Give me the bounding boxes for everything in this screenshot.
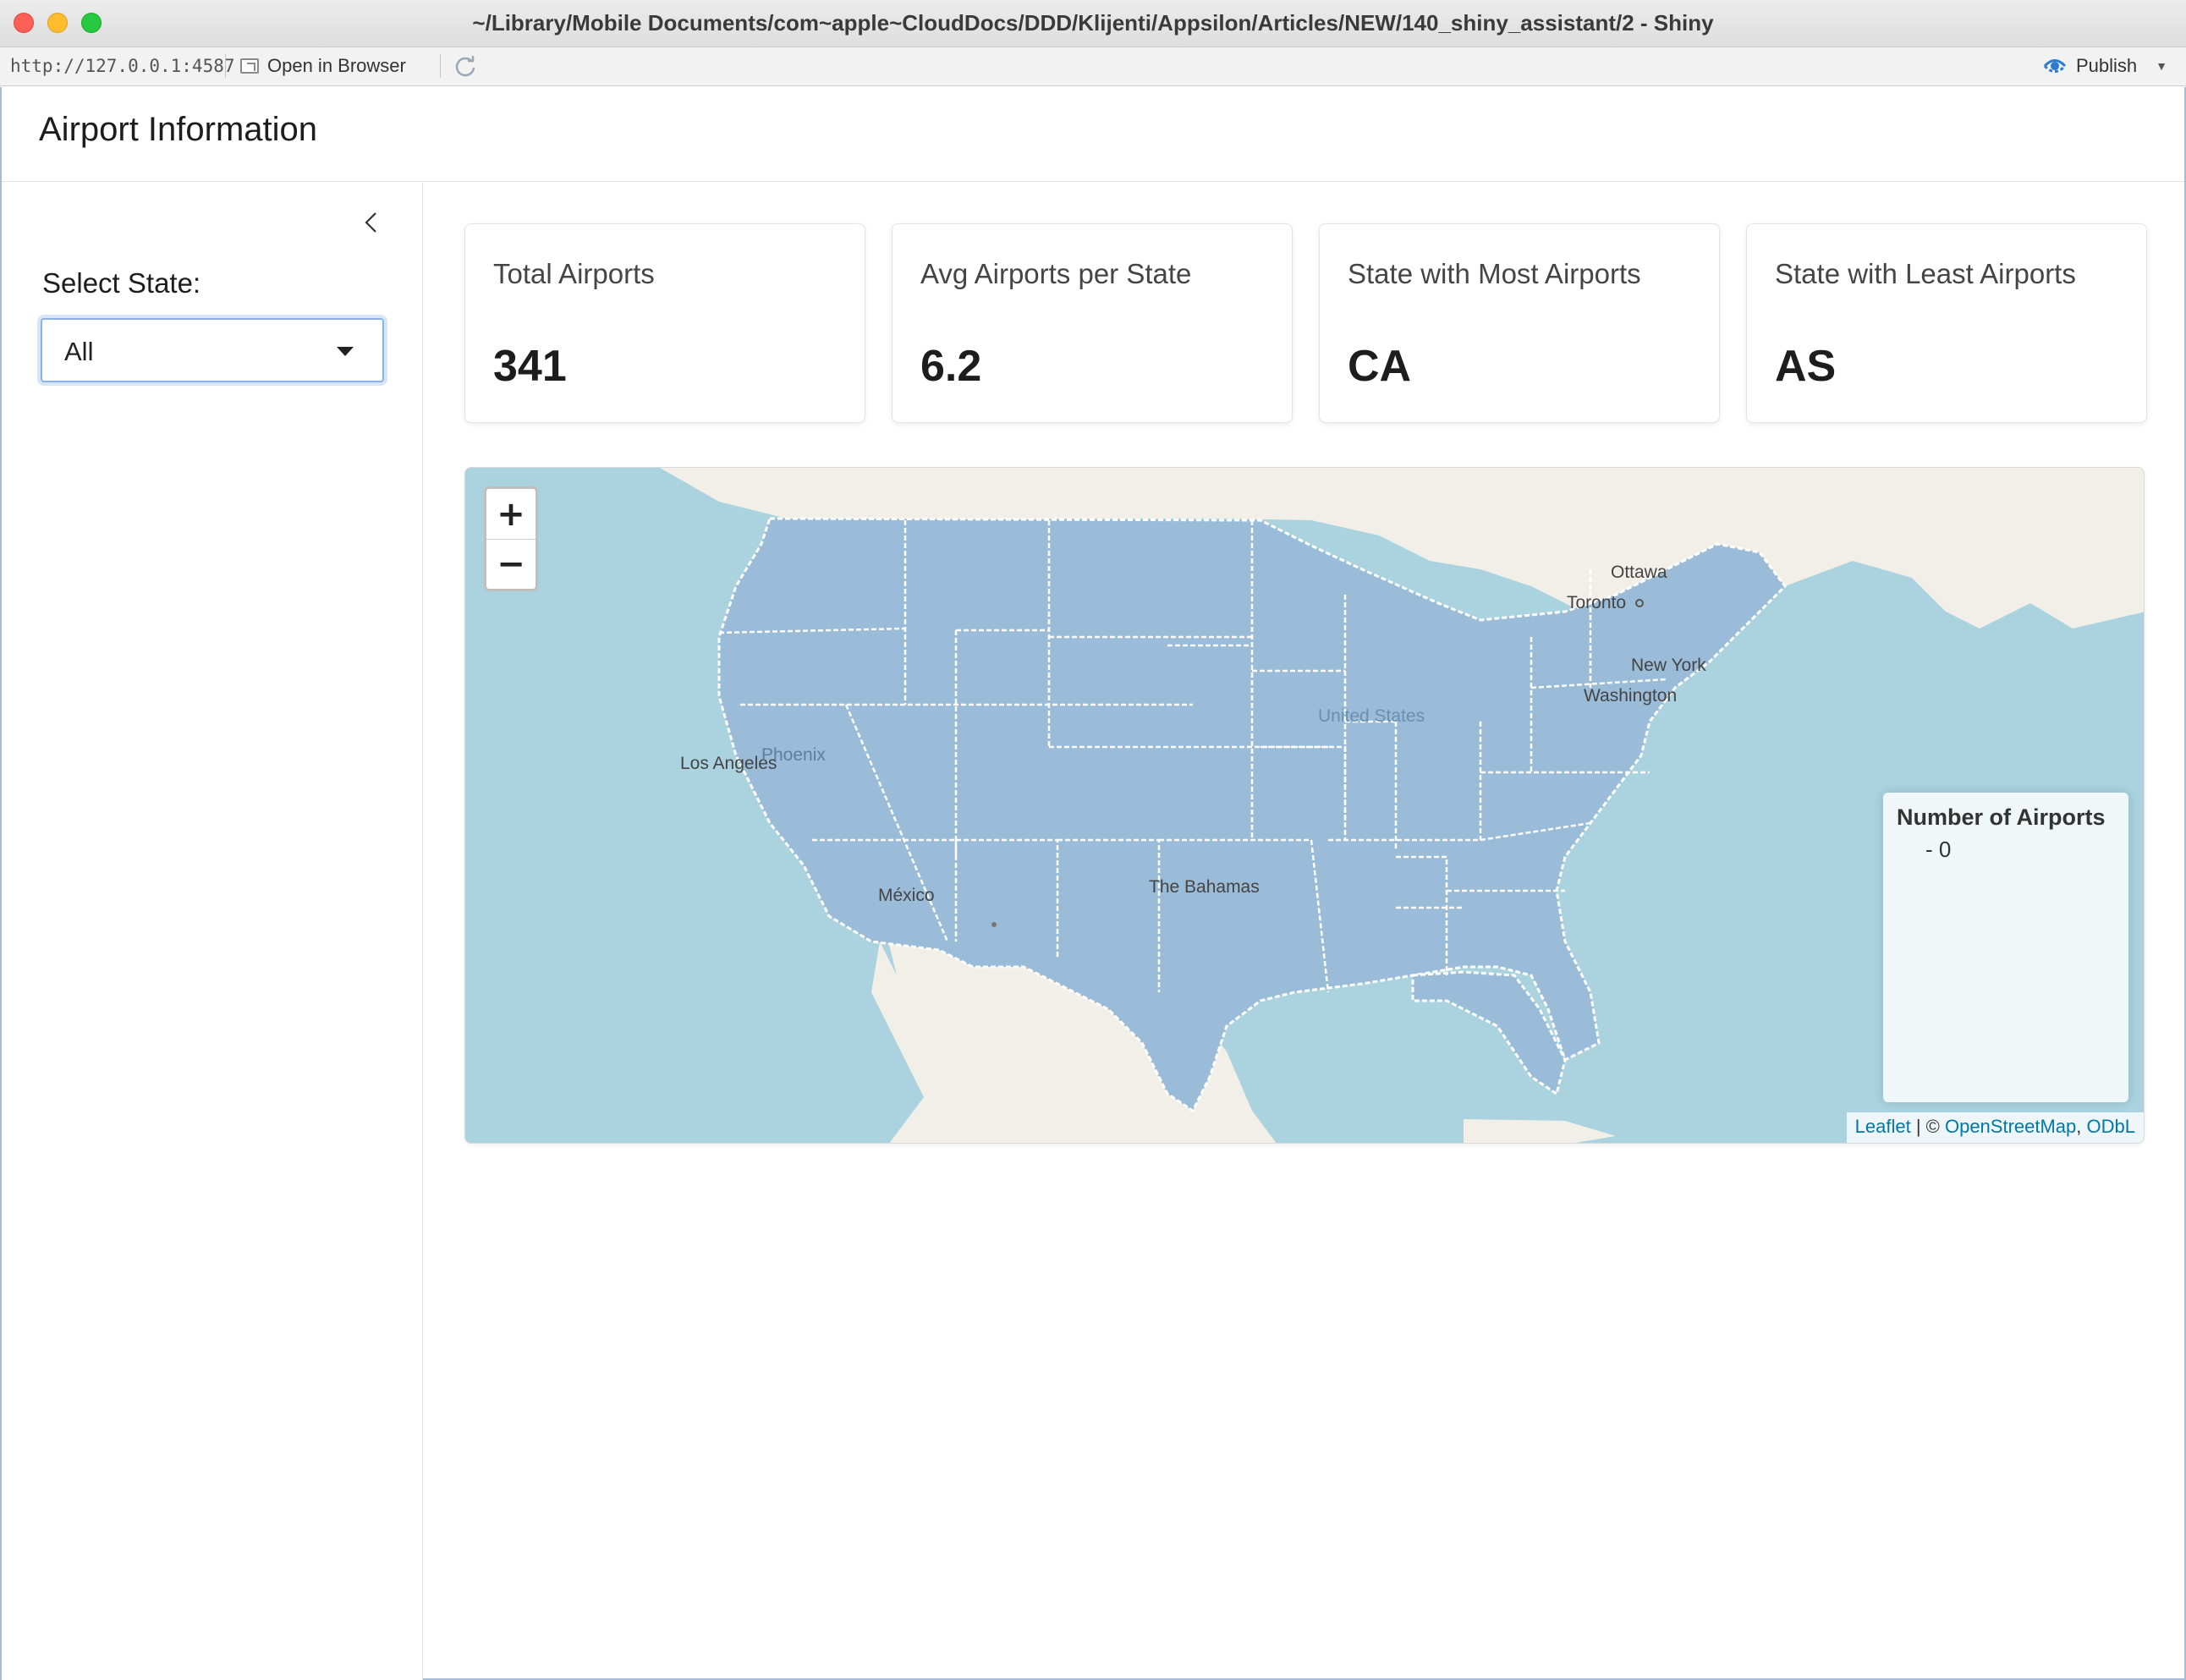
url-display: http://127.0.0.1:4587	[10, 56, 235, 76]
value-box-value: 341	[493, 342, 567, 391]
leaflet-link[interactable]: Leaflet	[1855, 1116, 1911, 1137]
value-box-least-airports: State with Least Airports AS	[1746, 223, 2147, 423]
window-title: ~/Library/Mobile Documents/com~apple~Clo…	[472, 10, 1714, 36]
viewer-toolbar: http://127.0.0.1:4587 Open in Browser Pu…	[0, 47, 2186, 86]
leaflet-map[interactable]: Ottawa Toronto New York Washington Unite…	[464, 467, 2145, 1144]
open-in-browser-label: Open in Browser	[267, 55, 406, 76]
value-box-avg-airports: Avg Airports per State 6.2	[892, 223, 1293, 423]
publish-label: Publish	[2075, 55, 2138, 76]
attribution-comma: ,	[2076, 1116, 2087, 1137]
collapse-sidebar-icon[interactable]	[357, 208, 386, 237]
map-label-united-states: United States	[1318, 706, 1425, 726]
map-label-toronto: Toronto	[1567, 593, 1627, 612]
map-label-washington: Washington	[1584, 686, 1678, 705]
state-select[interactable]: All	[41, 318, 384, 382]
state-select-value: All	[64, 337, 94, 366]
value-box-label: Total Airports	[493, 258, 655, 289]
chevron-down-icon[interactable]: ▼	[2156, 59, 2167, 73]
window-titlebar: ~/Library/Mobile Documents/com~apple~Clo…	[0, 0, 2186, 47]
caret-down-icon	[337, 347, 354, 356]
toolbar-divider	[225, 54, 226, 78]
refresh-icon[interactable]	[453, 54, 477, 78]
map-label-phoenix: Phoenix	[761, 745, 826, 765]
value-box-value: 6.2	[920, 342, 982, 391]
attribution-separator: | ©	[1910, 1116, 1945, 1137]
external-window-icon	[240, 58, 259, 74]
publish-icon	[2043, 59, 2067, 73]
value-box-label: Avg Airports per State	[920, 258, 1192, 289]
main-panel: Total Airports 341 Avg Airports per Stat…	[424, 183, 2184, 1680]
map-label-new-york: New York	[1631, 656, 1706, 675]
value-box-label: State with Least Airports	[1775, 258, 2076, 289]
open-in-browser-button[interactable]: Open in Browser	[240, 52, 406, 80]
select-state-label: Select State:	[42, 267, 201, 299]
map-attribution: Leaflet | © OpenStreetMap, ODbL	[1846, 1112, 2144, 1143]
zoom-control: + −	[484, 486, 538, 591]
zoom-in-button[interactable]: +	[486, 489, 536, 539]
phoenix-dot	[991, 922, 997, 927]
value-box-label: State with Most Airports	[1348, 258, 1641, 289]
publish-button[interactable]: Publish ▼	[2042, 52, 2167, 80]
openstreetmap-link[interactable]: OpenStreetMap	[1945, 1116, 2076, 1137]
legend-item: - 0	[1925, 837, 1952, 862]
legend-title: Number of Airports	[1897, 804, 2106, 830]
value-box-value: CA	[1348, 342, 1412, 391]
toolbar-divider	[440, 54, 441, 78]
value-box-most-airports: State with Most Airports CA	[1319, 223, 1720, 423]
app-header: Airport Information	[2, 87, 2184, 182]
map-label-ottawa: Ottawa	[1611, 563, 1667, 582]
map-label-bahamas: The Bahamas	[1149, 877, 1260, 897]
page-title: Airport Information	[39, 111, 318, 148]
sidebar: Select State: All	[2, 183, 423, 1680]
app-container: Airport Information Select State: All To…	[0, 87, 2186, 1680]
odbl-link[interactable]: ODbL	[2087, 1116, 2135, 1137]
cuba	[1464, 1119, 1616, 1143]
value-box-total-airports: Total Airports 341	[464, 223, 865, 423]
zoom-out-button[interactable]: −	[486, 539, 536, 589]
map-label-mexico: México	[878, 886, 935, 905]
map-legend: Number of Airports - 0	[1883, 793, 2128, 1102]
value-box-value: AS	[1775, 342, 1837, 391]
